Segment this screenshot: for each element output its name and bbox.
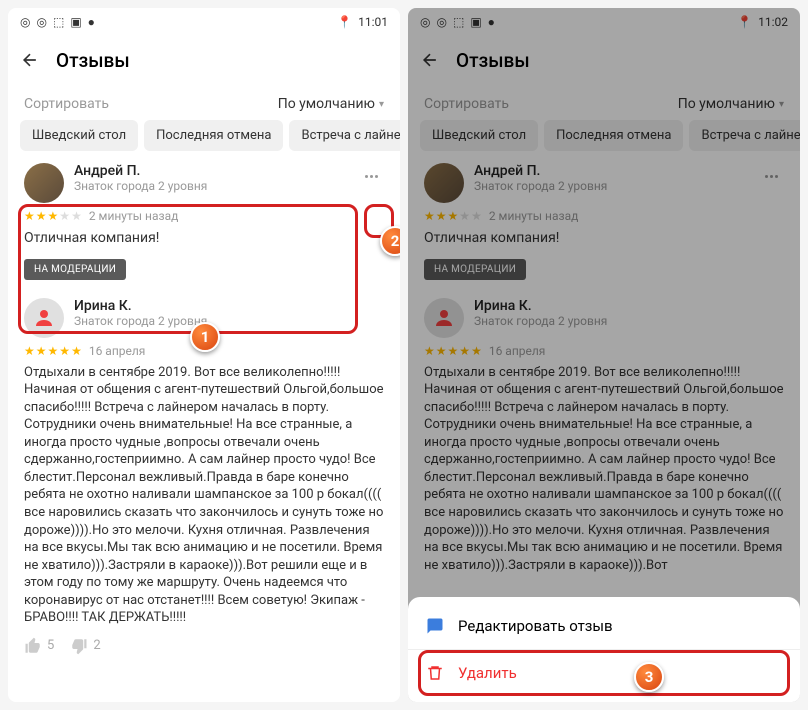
reviewer-level: Знаток города 2 уровня: [74, 314, 207, 328]
location-icon: 📍: [337, 15, 352, 29]
status-time: 11:01: [358, 15, 388, 29]
action-sheet: Редактировать отзыв Удалить: [408, 597, 800, 702]
sort-row[interactable]: Сортировать По умолчанию▾: [8, 84, 400, 120]
filter-tag[interactable]: Шведский стол: [20, 120, 138, 151]
back-icon[interactable]: [20, 50, 40, 70]
callout-3: 3: [634, 662, 664, 692]
like-button[interactable]: 5: [24, 637, 54, 655]
dislike-button[interactable]: 2: [70, 637, 100, 655]
trash-icon: [426, 664, 444, 682]
reviews-list: Андрей П. Знаток города 2 уровня ★★★★★ 2…: [8, 163, 400, 702]
more-button[interactable]: [359, 171, 384, 182]
reviewer-level: Знаток города 2 уровня: [74, 179, 207, 193]
screen-right: ◎◎⬚▣● 📍 11:02 Отзывы Сортировать По умол…: [408, 8, 800, 702]
rating-stars: ★★★★★ 2 минуты назад: [24, 209, 384, 223]
dots-icon: [365, 175, 378, 178]
filter-tag[interactable]: Встреча с лайнером: [289, 120, 400, 151]
filter-tags: Шведский стол Последняя отмена Встреча с…: [8, 120, 400, 163]
chevron-down-icon: ▾: [379, 99, 384, 110]
sort-value[interactable]: По умолчанию▾: [278, 96, 384, 112]
reactions: 5 2: [24, 637, 384, 655]
callout-1: 1: [190, 322, 220, 352]
review-time: 2 минуты назад: [89, 209, 179, 223]
delete-review-button[interactable]: Удалить: [408, 649, 800, 696]
filter-tag[interactable]: Последняя отмена: [144, 120, 283, 151]
review-time: 16 апреля: [89, 344, 146, 358]
edit-icon: [426, 617, 444, 635]
moderation-badge: НА МОДЕРАЦИИ: [24, 259, 126, 280]
avatar[interactable]: [24, 298, 64, 338]
reviewer-name: Ирина К.: [74, 298, 207, 314]
avatar[interactable]: [24, 163, 64, 203]
status-bar: ◎◎⬚▣● 📍 11:01: [8, 8, 400, 36]
status-icons-left: ◎◎⬚▣●: [20, 15, 95, 29]
topbar: Отзывы: [8, 36, 400, 84]
edit-review-button[interactable]: Редактировать отзыв: [408, 603, 800, 649]
page-title: Отзывы: [56, 49, 130, 72]
status-right: 📍 11:01: [337, 15, 388, 29]
screen-left: ◎◎⬚▣● 📍 11:01 Отзывы Сортировать По умол…: [8, 8, 400, 702]
review-text: Отличная компания!: [24, 229, 384, 249]
sort-label: Сортировать: [24, 96, 109, 112]
review-text: Отдыхали в сентябре 2019. Вот все велико…: [24, 364, 384, 627]
reviewer-name: Андрей П.: [74, 163, 207, 179]
review-item: Андрей П. Знаток города 2 уровня ★★★★★ 2…: [24, 163, 384, 280]
